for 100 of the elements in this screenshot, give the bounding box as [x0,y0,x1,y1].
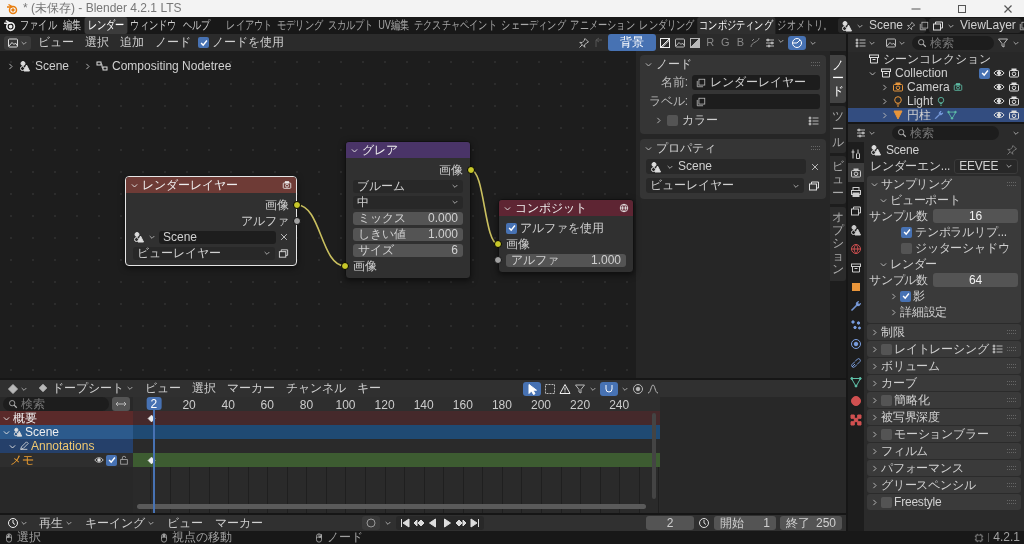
jump-start-icon[interactable] [399,517,411,529]
properties-tab[interactable] [848,163,864,182]
menu-item[interactable]: レンダー [84,17,128,34]
workspace-tab[interactable]: レイアウト [224,17,275,34]
sidebar-tab[interactable]: オプション [830,206,846,281]
backdrop-button[interactable]: 背景 [608,34,657,51]
chevron-icon[interactable] [870,361,879,371]
menu-item[interactable]: 選択 [188,380,220,397]
search-field[interactable]: 検索 [912,36,994,50]
camera-icon[interactable] [1008,95,1020,107]
menu-item[interactable]: チャンネル [282,380,350,397]
jump-end-icon[interactable] [469,517,481,529]
close-icon[interactable] [810,161,820,172]
channel-button[interactable]: B [734,35,746,50]
breadcrumb-item[interactable]: Scene [35,59,70,74]
number-field[interactable]: アルファ 1.000 [506,253,626,267]
chevron-icon[interactable] [870,344,879,354]
menu-item[interactable]: ファイル [17,17,60,34]
channel-button[interactable]: G [719,35,732,50]
chevron-icon[interactable] [870,446,879,456]
filter-icon[interactable] [997,37,1009,49]
dropdown[interactable]: EEVEE [954,158,1018,174]
outliner-row[interactable]: 円柱 [848,108,1024,122]
search-field[interactable]: 検索 [892,126,999,140]
box-select-icon[interactable] [544,382,556,395]
pin-icon[interactable] [1006,144,1018,156]
maximize-icon[interactable] [956,2,968,15]
scene-field[interactable]: Scene [646,159,806,174]
eye-icon[interactable] [993,95,1005,107]
dropdown[interactable]: ビューレイヤー [133,246,275,260]
checkbox[interactable] [506,222,517,234]
checkbox[interactable] [881,428,892,440]
workspace-tab[interactable]: シェーディング [499,17,569,34]
chevron-icon[interactable] [889,307,898,317]
workspace-tab[interactable]: アニメーション [568,17,638,34]
camera-icon[interactable] [1008,109,1020,121]
eye-icon[interactable] [94,455,104,465]
chevron-icon[interactable] [880,82,889,92]
sidebar-tab[interactable]: ツール [830,105,846,154]
next-keyframe-icon[interactable] [455,517,467,529]
image-icon[interactable] [674,36,687,49]
record-button[interactable] [362,516,380,530]
channel-row[interactable]: Scene [0,425,133,439]
chevron-icon[interactable] [870,395,879,405]
chevron-icon[interactable] [870,463,879,473]
workspace-tab[interactable]: UV編集 [375,17,412,34]
checkbox[interactable] [979,67,990,79]
number-field[interactable]: サイズ 6 [353,243,463,257]
dropdown[interactable]: 中 [353,195,463,209]
pin-icon[interactable] [578,36,591,49]
eye-icon[interactable] [993,109,1005,121]
workspace-tab[interactable]: ジオメトリ。 [775,17,835,34]
layers-icon[interactable] [278,247,289,259]
workspace-tab[interactable]: テクスチャペイント [411,17,500,34]
text-field[interactable] [692,94,820,109]
chevron-icon[interactable] [870,327,879,337]
snap-button[interactable] [600,381,618,396]
list-icon[interactable] [808,114,820,127]
breadcrumb-item[interactable]: Compositing Nodetree [112,59,232,74]
list-icon[interactable] [992,343,1005,355]
start-frame-field[interactable]: 開始 1 [714,516,776,530]
checkbox[interactable] [667,115,678,126]
play-reverse-icon[interactable] [427,517,439,529]
layers-icon[interactable] [808,179,820,192]
checkbox[interactable] [881,394,892,406]
editor-type-button[interactable] [4,35,31,50]
workspace-tab[interactable]: スカルプト [325,17,376,34]
scene-icon[interactable] [133,231,145,243]
workspace-tab[interactable]: モデリング [274,17,326,34]
swap-button[interactable] [112,397,130,411]
camera-icon[interactable] [1008,81,1020,93]
chevron-icon[interactable] [870,429,879,439]
menu-item[interactable]: ノード [151,34,195,51]
checkbox[interactable] [901,242,912,254]
sidebar-tab[interactable]: ノード [830,55,846,103]
chevron-icon[interactable] [870,378,879,388]
logo-icon[interactable] [3,19,16,32]
close-icon[interactable] [279,232,289,242]
chevron-icon[interactable] [870,480,879,490]
workspace-tab[interactable]: コンポジティング [696,17,776,34]
alpha-square-icon[interactable] [659,36,672,49]
number-field[interactable]: ミックス 0.000 [353,211,463,225]
menu-item[interactable]: キーイング [81,515,159,531]
chevron-icon[interactable] [870,412,879,422]
scene-selector[interactable]: Scene [838,18,926,33]
menu-item[interactable]: ビュー [34,34,78,51]
menu-item[interactable]: 再生 [35,515,77,531]
play-icon[interactable] [441,517,453,529]
menu-item[interactable]: キー [353,380,385,397]
close-icon[interactable] [1002,2,1014,15]
lock-icon[interactable] [119,455,129,465]
menu-item[interactable]: 選択 [81,34,113,51]
workspace-tab[interactable]: レンダリング [637,17,697,34]
end-frame-field[interactable]: 終了 250 [780,516,842,530]
menu-item[interactable]: 編集 [59,17,85,34]
scene-field[interactable]: Scene [159,230,276,244]
select-tool-button[interactable] [523,381,541,396]
overlay-button[interactable] [788,35,806,50]
outliner-row[interactable]: Collection [848,66,1024,80]
sidebar-tab[interactable]: ビュー [830,156,846,204]
